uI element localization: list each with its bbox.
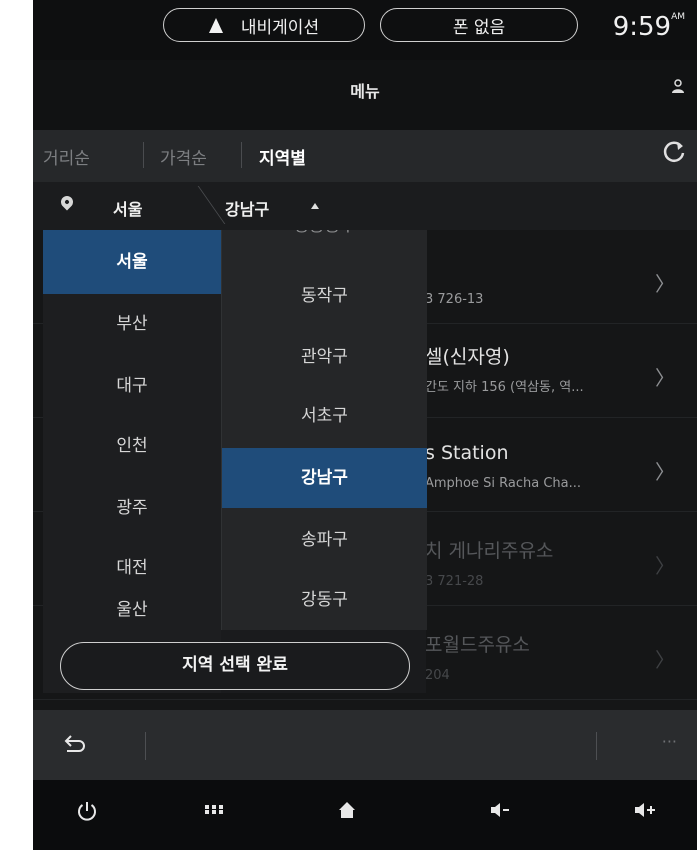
- filter-price[interactable]: 가격순: [160, 144, 207, 169]
- breadcrumb-separator-icon: [167, 186, 226, 224]
- region-select-done-button[interactable]: 지역 선택 완료: [60, 642, 410, 690]
- breadcrumb-district[interactable]: 강남구: [225, 196, 269, 220]
- divider: [596, 732, 597, 760]
- district-item-selected[interactable]: 강남구: [222, 448, 427, 508]
- volume-up-icon[interactable]: [633, 800, 657, 826]
- more-options-icon[interactable]: ···: [662, 732, 677, 751]
- divider: [145, 732, 146, 760]
- city-item-seoul[interactable]: 서울: [43, 230, 221, 294]
- chevron-right-icon: 〉: [655, 366, 675, 390]
- station-address: 204: [425, 668, 450, 683]
- station-address: 간도 지하 156 (역삼동, 역...: [425, 380, 584, 395]
- clock: 9:59AM: [613, 12, 685, 42]
- user-profile-icon[interactable]: [671, 78, 685, 98]
- navigation-button[interactable]: 내비게이션: [163, 8, 365, 42]
- district-item[interactable]: 서초구: [222, 386, 427, 446]
- city-item-busan[interactable]: 부산: [43, 292, 221, 356]
- chevron-right-icon: 〉: [655, 460, 675, 484]
- station-name: 셀(신자영): [425, 346, 510, 368]
- chevron-right-icon: 〉: [655, 272, 675, 296]
- caret-up-icon[interactable]: [311, 203, 319, 209]
- status-bar: 내비게이션 폰 없음 9:59AM: [33, 0, 697, 60]
- district-item[interactable]: 강동구: [222, 570, 427, 630]
- station-address: 3 726-13: [425, 292, 484, 307]
- filter-distance[interactable]: 거리순: [43, 144, 90, 169]
- navigation-arrow-icon: [208, 17, 223, 33]
- station-name: s Station: [425, 442, 509, 464]
- district-item[interactable]: 성동동구: [222, 230, 427, 256]
- page-title: 메뉴: [350, 82, 380, 101]
- divider: [143, 142, 144, 168]
- district-item[interactable]: 관악구: [222, 327, 427, 387]
- clock-ampm: AM: [671, 12, 685, 22]
- volume-down-icon[interactable]: [489, 800, 511, 826]
- grid-icon[interactable]: [205, 800, 223, 825]
- city-item-gwangju[interactable]: 광주: [43, 476, 221, 540]
- screen: 내비게이션 폰 없음 9:59AM 메뉴 거리순 가격순 지역별 서울 강남구: [33, 0, 697, 850]
- clock-time: 9:59: [612, 12, 672, 42]
- chevron-right-icon: 〉: [655, 648, 675, 672]
- station-address: Amphoe Si Racha Cha...: [425, 476, 582, 491]
- power-icon[interactable]: [77, 800, 97, 828]
- city-item-incheon[interactable]: 인천: [43, 414, 221, 478]
- city-list: 서울 부산 대구 인천 광주 대전 울산: [43, 230, 221, 693]
- city-item-ulsan[interactable]: 울산: [43, 590, 221, 630]
- phone-label: 폰 없음: [452, 17, 506, 38]
- sort-filter-bar: 거리순 가격순 지역별: [33, 130, 697, 182]
- location-pin-icon: [58, 193, 76, 211]
- back-icon[interactable]: [63, 732, 87, 762]
- district-list: 성동동구 동작구 관악구 서초구 강남구 송파구 강동구: [221, 230, 427, 630]
- breadcrumb: 서울 강남구: [33, 182, 697, 230]
- region-dropdown: 서울 부산 대구 인천 광주 대전 울산 성동동구 동작구 관악구 서초구 강남…: [43, 230, 427, 693]
- system-bar: [33, 780, 697, 850]
- district-item[interactable]: 송파구: [222, 510, 427, 570]
- navigation-label: 내비게이션: [240, 17, 320, 38]
- district-item[interactable]: 동작구: [222, 266, 427, 326]
- action-bar: ···: [33, 710, 697, 780]
- home-icon[interactable]: [337, 800, 357, 826]
- chevron-right-icon: 〉: [655, 554, 675, 578]
- title-bar: 메뉴: [33, 60, 697, 130]
- phone-button[interactable]: 폰 없음: [380, 8, 578, 42]
- city-item-daegu[interactable]: 대구: [43, 354, 221, 418]
- filter-region[interactable]: 지역별: [259, 144, 306, 169]
- divider: [241, 142, 242, 168]
- refresh-icon[interactable]: [661, 138, 687, 171]
- station-name: 치 게나리주유소: [425, 540, 554, 562]
- station-name: 포월드주유소: [425, 634, 530, 656]
- breadcrumb-city[interactable]: 서울: [113, 196, 142, 220]
- station-address: 3 721-28: [425, 574, 484, 589]
